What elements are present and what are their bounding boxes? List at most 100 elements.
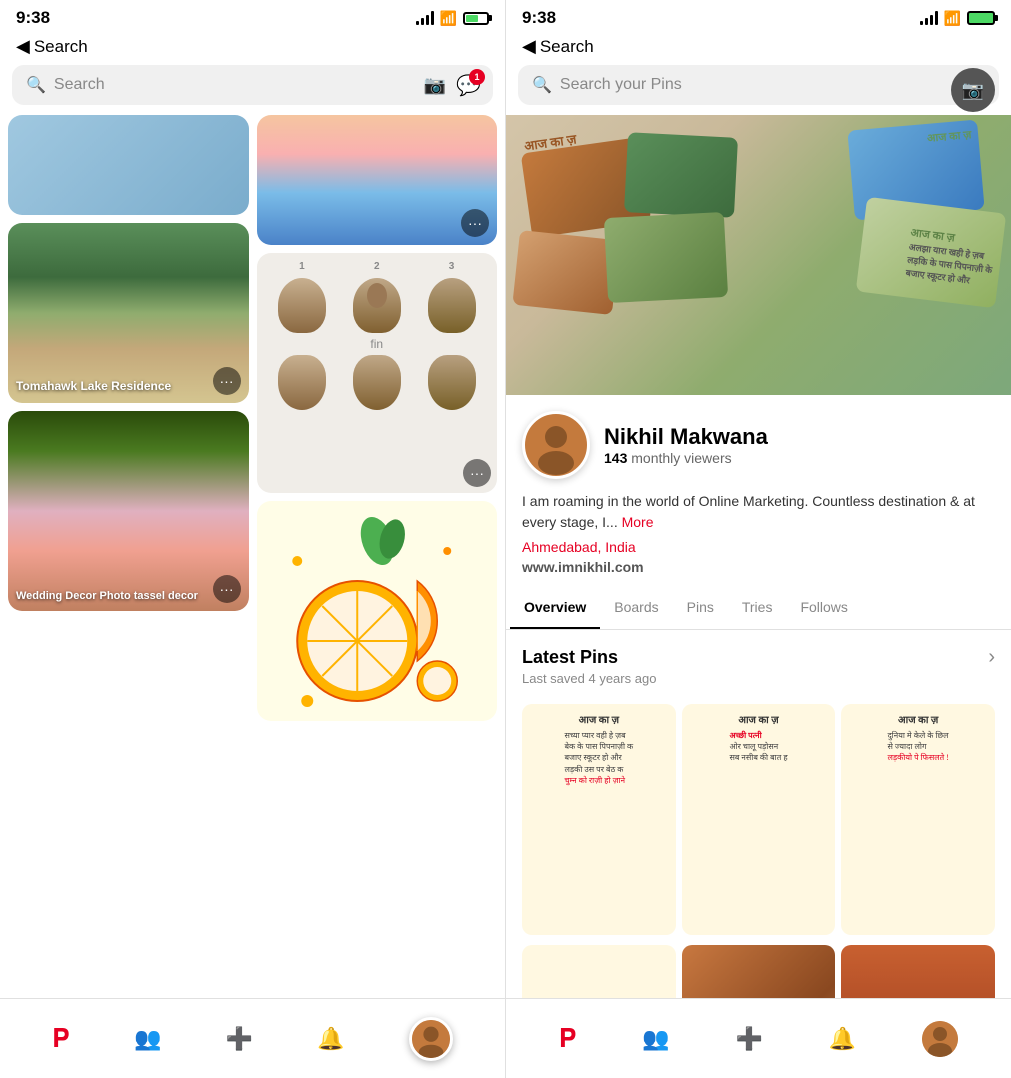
pin-card-wedding[interactable]: Wedding Decor Photo tassel decor ··· — [8, 411, 249, 611]
nav-avatar-button[interactable] — [409, 1017, 453, 1061]
left-status-time: 9:38 — [16, 8, 50, 28]
pin-food-2[interactable] — [841, 945, 995, 999]
pinterest-icon: 𝐏 — [52, 1023, 70, 1055]
tab-follows[interactable]: Follows — [786, 587, 861, 629]
right-nav-avatar-button[interactable] — [922, 1021, 958, 1057]
pins-row-2: आज ये की तरफ... अड़ना सि दर्द...और चला ज… — [506, 945, 1011, 999]
profile-website[interactable]: www.imnikhil.com — [522, 559, 995, 575]
profile-more-link[interactable]: More — [622, 514, 654, 530]
profile-bio: I am roaming in the world of Online Mark… — [522, 491, 995, 533]
profile-location: Ahmedabad, India — [522, 539, 995, 555]
notification-button[interactable]: 💬 1 — [456, 73, 481, 98]
wifi-icon: 📶 — [440, 10, 457, 27]
right-nav-add-button[interactable]: ➕ — [736, 1026, 763, 1052]
battery-icon — [463, 12, 489, 25]
hair-steps-header: 1 2 3 — [265, 261, 490, 272]
pin-hindi-3[interactable]: आज का ज़ दुनिया मे केले के छिल से ज्यादा… — [841, 704, 995, 935]
profile-name-block: Nikhil Makwana 143 monthly viewers — [604, 424, 995, 466]
signal-icon — [416, 11, 434, 25]
hair-fin-text: fin — [265, 337, 490, 351]
profile-info: Nikhil Makwana 143 monthly viewers I am … — [506, 395, 1011, 575]
pin-column-2: ··· 1 2 3 fin — [257, 115, 498, 998]
pin3-title: आज का ज़ — [898, 712, 938, 726]
camera-button-icon: 📷 — [962, 80, 984, 101]
pin-more-button-4[interactable]: ··· — [463, 459, 491, 487]
right-search-placeholder: Search your Pins — [560, 76, 985, 94]
left-back-label: Search — [34, 37, 88, 57]
tab-tries[interactable]: Tries — [728, 587, 787, 629]
pin-more-button[interactable]: ··· — [213, 367, 241, 395]
cover-card-5 — [604, 212, 728, 303]
latest-pins-section: Latest Pins › Last saved 4 years ago — [506, 630, 1011, 694]
pin-hindi-2[interactable]: आज का ज़ अच्छी पत्नी ओर चालू पड़ोसन सब न… — [682, 704, 836, 935]
right-bell-icon: 🔔 — [829, 1026, 856, 1052]
pin-column-1: Tomahawk Lake Residence ··· Wedding Deco… — [8, 115, 249, 998]
pin-hindi-1[interactable]: आज का ज़ सच्या प्यार वही हे ज़ब बेक के प… — [522, 704, 676, 935]
camera-icon[interactable]: 📷 — [424, 75, 446, 96]
pin-card-hair[interactable]: 1 2 3 fin — [257, 253, 498, 493]
pin-food-1[interactable] — [682, 945, 836, 999]
profile-header: Nikhil Makwana 143 monthly viewers — [522, 411, 995, 479]
left-status-icons: 📶 — [416, 10, 489, 27]
right-scroll-area[interactable]: आज का ज़ आज का ज़ आज का ज़अलझा यारा खही … — [506, 115, 1011, 998]
right-add-icon: ➕ — [736, 1026, 763, 1052]
camera-round-button[interactable]: 📷 — [951, 68, 995, 112]
hair-top-row — [265, 278, 490, 333]
hair-bottom-row — [265, 355, 490, 410]
right-back-nav[interactable]: ◀ Search — [506, 32, 1011, 65]
pin-partial-1[interactable]: आज ये की तरफ... अड़ना सि दर्द...और चला ज… — [522, 945, 676, 999]
left-search-bar[interactable]: 🔍 Search 📷 💬 1 — [12, 65, 493, 105]
right-status-bar: 9:38 📶 — [506, 0, 1011, 32]
right-nav-home-button[interactable]: 𝐏 — [559, 1023, 577, 1055]
right-pinterest-icon: 𝐏 — [559, 1023, 577, 1055]
right-bottom-nav: 𝐏 👥 ➕ 🔔 — [506, 998, 1011, 1078]
latest-pins-arrow[interactable]: › — [988, 646, 995, 669]
tab-overview[interactable]: Overview — [510, 587, 600, 629]
notification-badge-count: 1 — [469, 69, 485, 85]
profile-tabs: Overview Boards Pins Tries Follows — [506, 587, 1011, 630]
right-signal-icon — [920, 11, 938, 25]
pin2-title: आज का ज़ — [738, 712, 778, 726]
right-search-icon: 🔍 — [532, 75, 552, 95]
pin1-body: सच्या प्यार वही हे ज़ब बेक के पास पिपनाज… — [564, 730, 633, 786]
pin1-title: आज का ज़ — [579, 712, 619, 726]
pin-card-architecture[interactable]: Tomahawk Lake Residence ··· — [8, 223, 249, 403]
pin-card-orange[interactable] — [257, 501, 498, 721]
user-avatar — [409, 1017, 453, 1061]
right-nav-people-button[interactable]: 👥 — [642, 1026, 669, 1052]
people-icon: 👥 — [134, 1026, 161, 1052]
tab-boards[interactable]: Boards — [600, 587, 672, 629]
left-search-actions: 📷 💬 1 — [424, 73, 481, 98]
right-user-avatar — [922, 1021, 958, 1057]
pin2-body: अच्छी पत्नी ओर चालू पड़ोसन सब नसीब की बा… — [729, 730, 787, 764]
wedding-pin-title: Wedding Decor Photo tassel decor — [16, 589, 198, 603]
right-people-icon: 👥 — [642, 1026, 669, 1052]
pin-card-top-1[interactable] — [8, 115, 249, 215]
pin-more-button-3[interactable]: ··· — [461, 209, 489, 237]
profile-viewers-label: monthly viewers — [631, 450, 731, 466]
architecture-pin-title: Tomahawk Lake Residence — [16, 379, 171, 395]
left-search-placeholder: Search — [54, 76, 479, 94]
cover-hindi-3: आज का ज़अलझा यारा खही हे ज़बलड़कि के पास… — [905, 225, 996, 289]
right-status-time: 9:38 — [522, 8, 556, 28]
tab-pins[interactable]: Pins — [673, 587, 728, 629]
right-battery-icon — [967, 11, 995, 25]
pin-card-top-2[interactable]: ··· — [257, 115, 498, 245]
left-panel: 9:38 📶 ◀ Search 🔍 Search 📷 💬 1 — [0, 0, 505, 1078]
profile-cover: आज का ज़ आज का ज़ आज का ज़अलझा यारा खही … — [506, 115, 1011, 395]
right-nav-bell-button[interactable]: 🔔 — [829, 1026, 856, 1052]
nav-home-button[interactable]: 𝐏 — [52, 1023, 70, 1055]
pin-more-button-2[interactable]: ··· — [213, 575, 241, 603]
profile-bio-text: I am roaming in the world of Online Mark… — [522, 493, 975, 530]
cover-collage: आज का ज़ आज का ज़ आज का ज़अलझा यारा खही … — [506, 115, 1011, 395]
orange-illustration — [257, 501, 498, 721]
nav-bell-button[interactable]: 🔔 — [317, 1026, 344, 1052]
nav-add-button[interactable]: ➕ — [226, 1026, 253, 1052]
right-search-bar[interactable]: 🔍 Search your Pins — [518, 65, 999, 105]
left-back-nav[interactable]: ◀ Search — [0, 32, 505, 65]
latest-pins-title: Latest Pins — [522, 647, 618, 668]
nav-people-button[interactable]: 👥 — [134, 1026, 161, 1052]
search-icon: 🔍 — [26, 75, 46, 95]
right-back-arrow-icon: ◀ — [522, 36, 536, 57]
right-back-label: Search — [540, 37, 594, 57]
